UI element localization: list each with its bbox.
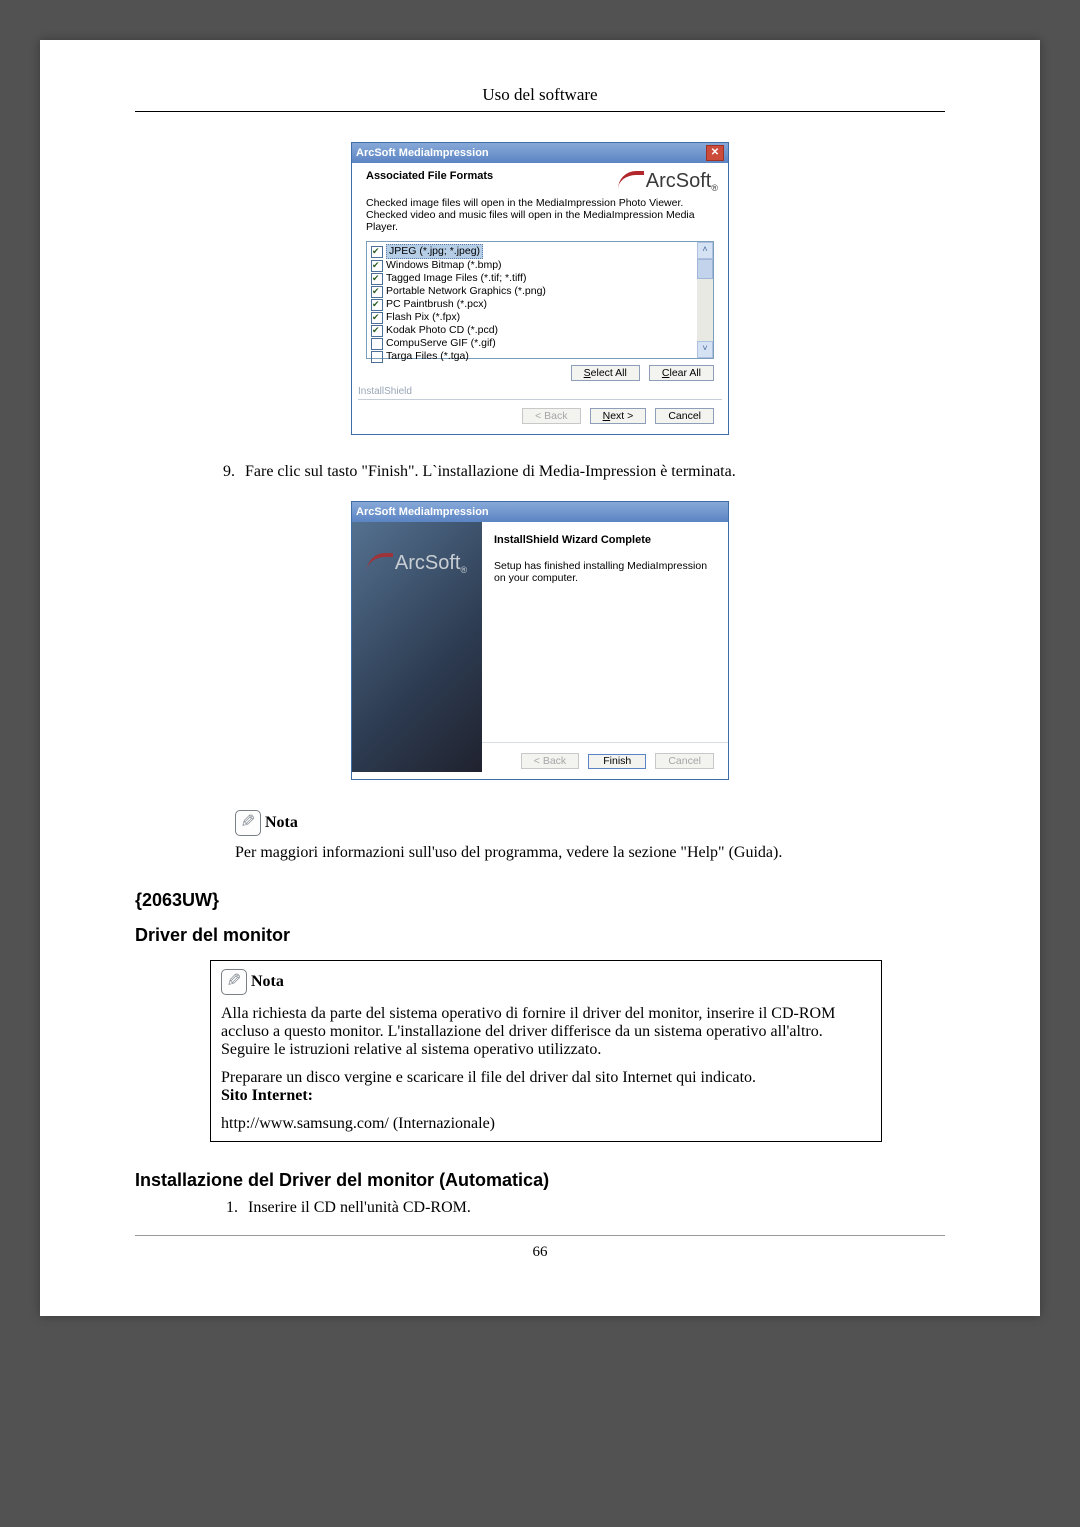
file-format-label: Windows Bitmap (*.bmp) <box>386 259 502 272</box>
note-icon <box>235 810 261 836</box>
note-text: Per maggiori informazioni sull'uso del p… <box>235 844 945 862</box>
scroll-thumb[interactable] <box>697 259 713 279</box>
file-format-item[interactable]: Windows Bitmap (*.bmp) <box>371 259 693 272</box>
cancel-button: Cancel <box>655 753 714 769</box>
close-icon[interactable]: ✕ <box>706 145 724 161</box>
file-format-label: PC Paintbrush (*.pcx) <box>386 298 487 311</box>
cancel-button[interactable]: Cancel <box>655 408 714 424</box>
checkbox[interactable] <box>371 312 383 324</box>
sito-internet-label: Sito Internet: <box>221 1087 313 1104</box>
file-format-item[interactable]: Portable Network Graphics (*.png) <box>371 285 693 298</box>
checkbox[interactable] <box>371 338 383 350</box>
file-formats-dialog: ArcSoft MediaImpression ✕ Associated Fil… <box>351 142 729 435</box>
file-format-item[interactable]: Kodak Photo CD (*.pcd) <box>371 324 693 337</box>
site-link[interactable]: http://www.samsung.com/ (Internazionale) <box>221 1115 871 1133</box>
file-format-listbox[interactable]: JPEG (*.jpg; *.jpeg)Windows Bitmap (*.bm… <box>366 241 714 359</box>
checkbox[interactable] <box>371 299 383 311</box>
dialog-instruction: Checked image files will open in the Med… <box>352 197 728 237</box>
dialog-titlebar: ArcSoft MediaImpression ✕ <box>352 143 728 163</box>
back-button: < Back <box>522 408 580 424</box>
page-number: 66 <box>135 1244 945 1261</box>
file-format-label: Kodak Photo CD (*.pcd) <box>386 324 498 337</box>
select-all-button[interactable]: Select All <box>571 365 640 381</box>
file-format-item[interactable]: PC Paintbrush (*.pcx) <box>371 298 693 311</box>
install-step-1: 1. Inserire il CD nell'unità CD-ROM. <box>248 1199 945 1217</box>
associated-file-formats-heading: Associated File Formats <box>366 170 493 193</box>
wizard-left-panel: ArcSoft® <box>352 522 482 772</box>
note-icon <box>221 969 247 995</box>
auto-install-heading: Installazione del Driver del monitor (Au… <box>135 1170 945 1191</box>
file-format-item[interactable]: CompuServe GIF (*.gif) <box>371 337 693 350</box>
checkbox[interactable] <box>371 246 383 258</box>
checkbox[interactable] <box>371 286 383 298</box>
note-label: Nota <box>265 814 298 831</box>
clear-all-button[interactable]: Clear All <box>649 365 714 381</box>
checkbox[interactable] <box>371 260 383 272</box>
checkbox[interactable] <box>371 351 383 363</box>
file-format-label: Portable Network Graphics (*.png) <box>386 285 546 298</box>
scrollbar[interactable]: ˄ ˅ <box>697 242 713 358</box>
finish-dialog: ArcSoft MediaImpression ArcSoft® Install… <box>351 501 729 780</box>
next-button[interactable]: Next > <box>590 408 647 424</box>
file-format-label: CompuServe GIF (*.gif) <box>386 337 496 350</box>
dialog-title: ArcSoft MediaImpression <box>356 506 489 518</box>
scroll-up-icon[interactable]: ˄ <box>697 242 713 259</box>
file-format-label: Tagged Image Files (*.tif; *.tiff) <box>386 272 526 285</box>
wizard-complete-text: Setup has finished installing MediaImpre… <box>494 560 716 584</box>
dialog-title: ArcSoft MediaImpression <box>356 147 489 159</box>
step-9: 9. Fare clic sul tasto "Finish". L`insta… <box>245 463 945 481</box>
model-heading: {2063UW} <box>135 890 945 911</box>
checkbox[interactable] <box>371 325 383 337</box>
page-header: Uso del software <box>135 85 945 105</box>
arcsoft-logo: ArcSoft® <box>367 552 467 575</box>
note-label: Nota <box>251 973 284 990</box>
installshield-label: InstallShield <box>358 386 412 397</box>
dialog-titlebar: ArcSoft MediaImpression <box>352 502 728 522</box>
wizard-complete-title: InstallShield Wizard Complete <box>494 534 716 546</box>
finish-button[interactable]: Finish <box>588 754 646 769</box>
file-format-label: JPEG (*.jpg; *.jpeg) <box>386 244 483 259</box>
driver-heading: Driver del monitor <box>135 925 945 946</box>
scroll-down-icon[interactable]: ˅ <box>697 341 713 358</box>
note-box-paragraph-1: Alla richiesta da parte del sistema oper… <box>221 1005 871 1059</box>
note-box: Nota Alla richiesta da parte del sistema… <box>210 960 882 1142</box>
note-box-paragraph-2: Preparare un disco vergine e scaricare i… <box>221 1069 871 1105</box>
arcsoft-logo: ArcSoft® <box>618 170 718 193</box>
file-format-item[interactable]: Targa Files (*.tga) <box>371 350 693 363</box>
file-format-item[interactable]: Tagged Image Files (*.tif; *.tiff) <box>371 272 693 285</box>
checkbox[interactable] <box>371 273 383 285</box>
file-format-label: Targa Files (*.tga) <box>386 350 469 363</box>
footer-rule <box>135 1235 945 1236</box>
file-format-item[interactable]: Flash Pix (*.fpx) <box>371 311 693 324</box>
header-rule <box>135 111 945 112</box>
file-format-item[interactable]: JPEG (*.jpg; *.jpeg) <box>371 244 693 259</box>
file-format-label: Flash Pix (*.fpx) <box>386 311 460 324</box>
back-button: < Back <box>521 753 579 769</box>
